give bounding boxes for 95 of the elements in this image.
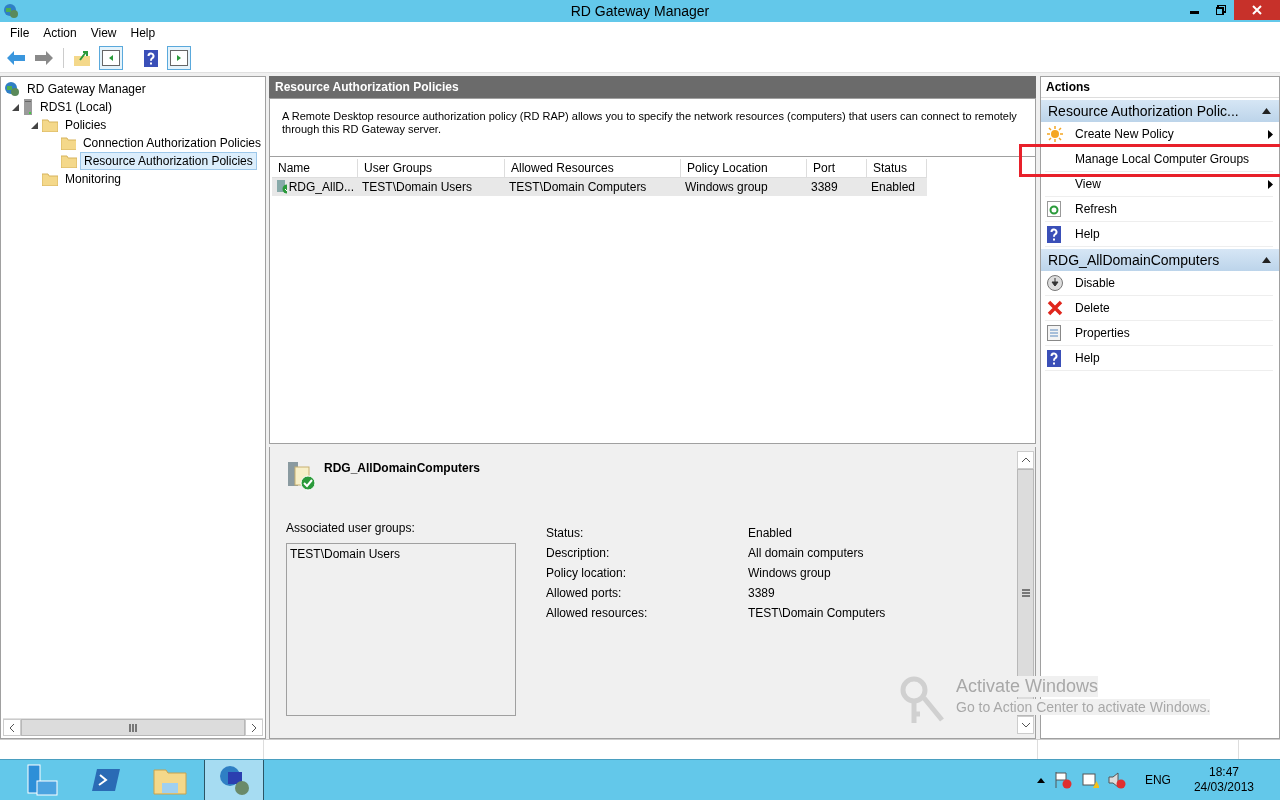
panel-icon — [102, 50, 120, 66]
language-indicator[interactable]: ENG — [1144, 773, 1171, 787]
property-value: TEST\Domain Computers — [748, 606, 886, 620]
server-icon — [23, 99, 33, 115]
down-chevron-icon — [1020, 722, 1031, 728]
description-text: A Remote Desktop resource authorization policy (RD RAP) allows you to specify the network resources (computers) that users can connect to remotely through this RD Gateway server. — [269, 98, 1036, 156]
tree-item[interactable]: Connection Authorization Policies — [78, 134, 265, 152]
property-value: Enabled — [748, 526, 794, 540]
window-title: RD Gateway Manager — [570, 3, 710, 19]
back-arrow-icon — [7, 51, 25, 65]
panel-icon — [170, 50, 188, 66]
property-label: Allowed resources: — [546, 606, 649, 620]
table-cell[interactable]: TEST\Domain Users — [358, 178, 505, 196]
up-caret-icon[interactable] — [1036, 777, 1045, 783]
tree-item[interactable]: RD Gateway Manager — [23, 80, 150, 98]
pane-header: Resource Authorization Policies — [269, 76, 1036, 98]
property-label: Description: — [546, 546, 611, 560]
property-label: Policy location: — [546, 566, 628, 580]
action-link[interactable]: Disable — [1075, 276, 1273, 290]
actions-header: Actions — [1041, 77, 1279, 98]
globe-monitor-icon — [3, 3, 19, 19]
globe-monitor-icon — [218, 764, 250, 796]
right-chevron-icon — [251, 722, 257, 733]
action-link[interactable]: Properties — [1075, 326, 1273, 340]
menu-item[interactable]: View — [83, 26, 124, 40]
property-label: Allowed ports: — [546, 586, 623, 600]
folder-icon — [61, 154, 77, 168]
activation-hint: Go to Action Center to activate Windows. — [956, 699, 1211, 715]
server-toolbox-icon — [25, 763, 59, 797]
folder-icon — [60, 136, 76, 150]
table-cell[interactable]: Windows group — [681, 178, 807, 196]
table-cell[interactable]: 3389 — [807, 178, 867, 196]
property-value: 3389 — [748, 586, 776, 600]
sun-icon — [1047, 126, 1063, 142]
close-icon — [1252, 5, 1262, 15]
policy-check-icon — [276, 180, 287, 194]
groups-label: Associated user groups: — [286, 521, 416, 535]
expanded-triangle-icon[interactable] — [30, 121, 38, 129]
restore-icon — [1216, 5, 1226, 15]
refresh-icon — [1047, 201, 1061, 217]
down-arrow-circle-icon — [1047, 275, 1063, 291]
network-warning-icon[interactable] — [1080, 771, 1099, 789]
close-button[interactable] — [1234, 0, 1280, 20]
taskbar-button[interactable] — [204, 760, 264, 800]
action-link[interactable]: Help — [1075, 227, 1273, 241]
menu-item[interactable]: Action — [36, 26, 84, 40]
folder-icon — [42, 118, 58, 132]
collapse-triangle-icon[interactable] — [1262, 257, 1271, 263]
section-header[interactable]: RDG_AllDomainComputers — [1041, 249, 1279, 271]
folder-icon — [42, 172, 58, 186]
user-groups-list[interactable]: TEST\Domain Users — [286, 543, 516, 716]
action-link[interactable]: Delete — [1075, 301, 1273, 315]
help-icon — [1047, 349, 1061, 367]
tree-item[interactable]: RDS1 (Local) — [36, 98, 117, 116]
horizontal-scrollbar[interactable] — [3, 718, 263, 736]
menu-item[interactable]: File — [3, 26, 37, 40]
list-item[interactable]: TEST\Domain Users — [290, 547, 512, 561]
help-icon — [144, 49, 158, 67]
up-chevron-icon — [1020, 457, 1031, 463]
property-label: Status: — [546, 526, 585, 540]
tree-item[interactable]: Monitoring — [61, 170, 126, 188]
terminal-prompt-icon — [91, 767, 121, 793]
action-link[interactable]: View — [1075, 177, 1268, 191]
policy-name: RDG_AllDomainComputers — [324, 461, 481, 477]
delete-icon — [1047, 300, 1063, 316]
properties-icon — [1047, 325, 1061, 341]
speaker-muted-icon[interactable] — [1107, 771, 1126, 789]
property-value: All domain computers — [748, 546, 865, 560]
policy-check-icon — [286, 461, 316, 491]
table-cell[interactable]: RDG_AllD... — [272, 178, 358, 196]
grip-icon — [1021, 588, 1030, 597]
forward-arrow-icon — [35, 51, 53, 65]
table-cell[interactable]: Enabled — [867, 178, 927, 196]
expanded-triangle-icon[interactable] — [11, 103, 19, 111]
section-header[interactable]: Resource Authorization Polic... — [1041, 100, 1279, 122]
flag-error-icon[interactable] — [1053, 771, 1072, 789]
collapse-triangle-icon[interactable] — [1262, 108, 1271, 114]
property-value: Windows group — [748, 566, 832, 580]
action-link[interactable]: Create New Policy — [1075, 127, 1268, 141]
globe-monitor-icon — [4, 81, 20, 97]
left-chevron-icon — [9, 722, 15, 733]
show-actions-button[interactable] — [167, 46, 191, 70]
folder-arrow-icon — [74, 50, 92, 66]
action-link[interactable]: Help — [1075, 351, 1273, 365]
action-link[interactable]: Manage Local Computer Groups — [1075, 152, 1273, 166]
activation-title: Activate Windows — [956, 676, 1099, 697]
table-cell[interactable]: TEST\Domain Computers — [505, 178, 681, 196]
grip-icon — [129, 723, 137, 732]
clock[interactable]: 18:47 24/03/2013 — [1193, 765, 1254, 795]
menu-item[interactable]: Help — [123, 26, 163, 40]
tree-item[interactable]: Policies — [61, 116, 111, 134]
show-tree-button[interactable] — [99, 46, 123, 70]
action-link[interactable]: Refresh — [1075, 202, 1273, 216]
tree-item[interactable]: Resource Authorization Policies — [80, 152, 257, 170]
help-icon — [1047, 225, 1061, 243]
